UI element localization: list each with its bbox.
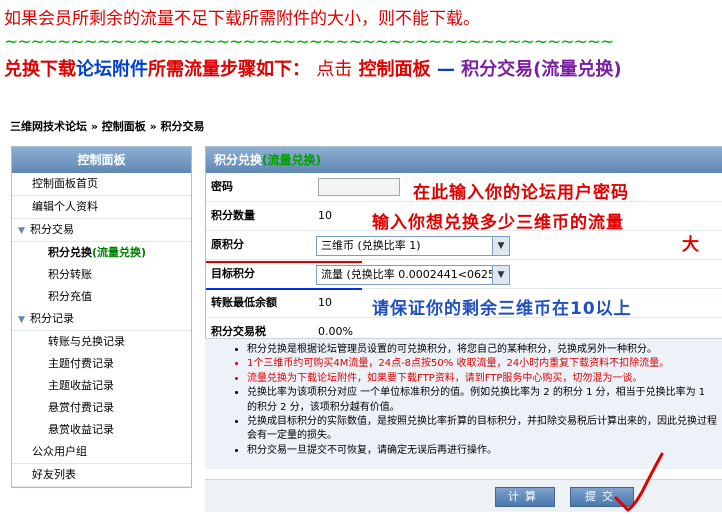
chevron-down-icon: ▼ [492, 237, 509, 255]
amount-input[interactable]: 10 [318, 202, 332, 230]
sidebar-item-transfer[interactable]: 积分转账 [12, 264, 191, 286]
heading-part5: 积分交易 [461, 59, 534, 80]
sidebar-item-label: 积分兑换 [48, 246, 92, 259]
sidebar-group-label: 积分交易 [30, 223, 74, 236]
sidebar-item-reward-income[interactable]: 悬赏收益记录 [12, 419, 191, 441]
note-item: 1个三维币约可购买4M流量，24点-8点按50% 收取流量，24小时内重复下载资… [247, 357, 722, 371]
min-balance-label: 转账最低余额 [211, 296, 277, 309]
sidebar-item-exchange[interactable]: 积分兑换(流量兑换) [12, 242, 191, 264]
target-select[interactable]: 流量 (兑换比率 0.0002441<0625) ▼ [316, 265, 510, 285]
notes-list: 积分兑换是根据论坛管理员设置的可兑换积分，将您自己的某种积分，兑换成另外一种积分… [205, 343, 722, 458]
heading-click: 点击 [316, 59, 353, 80]
chevron-down-icon: ▼ [18, 315, 25, 325]
password-input[interactable] [318, 178, 400, 196]
calc-button[interactable]: 计算 [495, 487, 555, 507]
sidebar-group-label: 积分记录 [30, 312, 74, 325]
source-label: 原积分 [211, 238, 244, 251]
target-label: 目标积分 [211, 267, 255, 280]
panel-title: 积分兑换(流量兑换) [206, 147, 722, 173]
instruction-heading: 兑换下载论坛附件所需流量步骤如下： 点击 控制面板 — 积分交易(流量兑换) [4, 56, 716, 84]
heading-part6: (流量兑换) [533, 59, 622, 80]
sidebar-group-records[interactable]: ▼ 积分记录 [12, 308, 191, 331]
amount-label: 积分数量 [211, 209, 255, 222]
annotation-balance: 请保证你的剩余三维币在10以上 [372, 299, 632, 319]
password-label: 密码 [211, 180, 233, 193]
source-row: 原积分 三维币 (兑换比率 1) ▼ [206, 231, 722, 260]
note-item: 积分兑换是根据论坛管理员设置的可兑换积分，将您自己的某种积分，兑换成另外一种积分… [247, 343, 722, 357]
note-item: 流量兑换为下载论坛附件，如果要下载FTP资料，请到FTP服务中心购买，切勿混为一… [247, 372, 722, 386]
target-row: 目标积分 流量 (兑换比率 0.0002441<0625) ▼ [206, 260, 722, 289]
sidebar-item-home[interactable]: 控制面板首页 [12, 173, 191, 196]
panel-title-text: 积分兑换 [214, 153, 263, 167]
sidebar: 控制面板 控制面板首页 编辑个人资料 ▼ 积分交易 积分兑换(流量兑换) 积分转账… [11, 146, 192, 488]
intro-text: 如果会员所剩余的流量不足下载所需附件的大小，则不能下载。 [4, 9, 480, 29]
sidebar-title: 控制面板 [12, 147, 191, 173]
breadcrumb[interactable]: 三维网技术论坛 » 控制面板 » 积分交易 [10, 118, 205, 134]
note-item: 兑换比率为该项积分对应 一个单位标准积分的值。例如兑换比率为 2 的积分 1 分… [247, 386, 722, 415]
chevron-down-icon: ▼ [492, 266, 509, 284]
annotation-amount-continued: 大 [682, 235, 699, 255]
heading-part4: 控制面板 [358, 59, 431, 80]
sidebar-item-transfer-records[interactable]: 转账与兑换记录 [12, 331, 191, 353]
source-select-value: 三维币 (兑换比率 1) [321, 239, 421, 252]
tilde-separator: ~~~~~~~~~~~~~~~~~~~~~~~~~~~~~~~~~~~~~~~~… [4, 32, 614, 52]
sidebar-item-topic-pay[interactable]: 主题付费记录 [12, 353, 191, 375]
sidebar-item-usergroup[interactable]: 公众用户组 [12, 441, 191, 464]
min-balance-value: 10 [318, 296, 332, 309]
sidebar-item-recharge[interactable]: 积分充值 [12, 286, 191, 308]
heading-part3: 所需流量步骤如下： [148, 59, 310, 80]
annotation-password: 在此输入你的论坛用户密码 [413, 183, 629, 203]
heading-part2: 论坛附件 [76, 59, 148, 80]
sidebar-item-friends[interactable]: 好友列表 [12, 464, 191, 487]
source-select[interactable]: 三维币 (兑换比率 1) ▼ [316, 236, 510, 256]
sidebar-item-reward-pay[interactable]: 悬赏付费记录 [12, 397, 191, 419]
heading-dash: — [436, 59, 455, 80]
blue-underline [206, 288, 362, 290]
sidebar-item-suffix: (流量兑换) [92, 246, 147, 259]
annotation-amount: 输入你想兑换多少三维币的流量 [372, 213, 624, 233]
sidebar-item-profile[interactable]: 编辑个人资料 [12, 196, 191, 219]
sidebar-item-topic-income[interactable]: 主题收益记录 [12, 375, 191, 397]
sidebar-group-trade[interactable]: ▼ 积分交易 [12, 219, 191, 242]
chevron-down-icon: ▼ [18, 226, 25, 236]
checkmark-icon [614, 452, 664, 512]
red-underline [206, 261, 362, 263]
heading-part1: 兑换下载 [4, 59, 76, 80]
note-item: 兑换成目标积分的实际数值，是按照兑换比率折算的目标积分，并扣除交易税后计算出来的… [247, 415, 722, 444]
panel-title-suffix: (流量兑换) [262, 153, 321, 167]
target-select-value: 流量 (兑换比率 0.0002441<0625) [321, 268, 500, 281]
